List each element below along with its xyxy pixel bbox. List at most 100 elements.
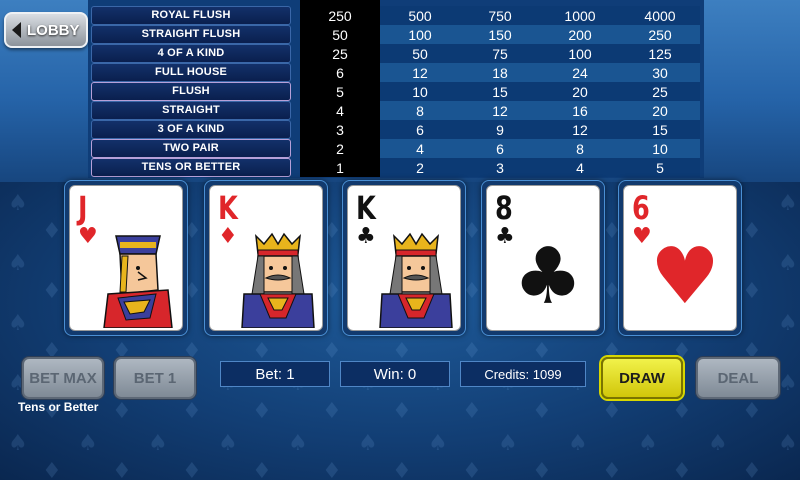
win-display: Win: 0 bbox=[340, 361, 450, 387]
payout-cell: 750 bbox=[488, 7, 512, 24]
card-3[interactable]: K ♣ bbox=[347, 185, 461, 331]
payout-row: 50 100 150 200 250 bbox=[300, 25, 700, 44]
payout-cell: 4 bbox=[300, 101, 380, 120]
card-rank: J bbox=[78, 189, 88, 227]
payout-cell: 50 bbox=[300, 25, 380, 44]
draw-button[interactable]: DRAW bbox=[601, 357, 683, 399]
payout-cell: 15 bbox=[652, 121, 668, 138]
card-rank: K bbox=[356, 189, 376, 227]
payout-cell: 12 bbox=[412, 64, 428, 81]
card-slot-3[interactable]: K ♣ bbox=[342, 180, 466, 336]
club-icon: ♣ bbox=[356, 224, 376, 249]
jack-portrait-icon bbox=[103, 235, 173, 328]
payout-cell: 6 bbox=[416, 121, 424, 138]
payout-cell: 30 bbox=[652, 64, 668, 81]
diamond-icon: ♦ bbox=[218, 224, 238, 249]
payout-cell: 100 bbox=[568, 45, 592, 62]
club-icon: ♣ bbox=[495, 224, 515, 249]
payout-cell: 1000 bbox=[564, 7, 596, 24]
back-arrow-icon bbox=[12, 22, 21, 38]
hand-name-flush: FLUSH bbox=[91, 82, 291, 101]
payout-cell: 500 bbox=[408, 7, 432, 24]
bet-max-button[interactable]: BET MAX bbox=[22, 357, 104, 399]
card-5[interactable]: 6 ♥ ♥ bbox=[623, 185, 737, 331]
payout-row: 25 50 75 100 125 bbox=[300, 44, 700, 63]
hand-name-royal-flush: ROYAL FLUSH bbox=[91, 6, 291, 25]
payout-row: 3 6 9 12 15 bbox=[300, 120, 700, 139]
heart-icon: ♥ bbox=[78, 224, 98, 249]
payout-row: 2 4 6 8 10 bbox=[300, 139, 700, 158]
king-portrait-icon bbox=[241, 232, 315, 328]
payout-row: 250 500 750 1000 4000 bbox=[300, 6, 700, 25]
heart-icon: ♥ bbox=[632, 224, 652, 249]
card-rank: 8 bbox=[495, 189, 513, 227]
payout-cell: 4000 bbox=[644, 7, 676, 24]
bet-one-button[interactable]: BET 1 bbox=[114, 357, 196, 399]
lobby-button[interactable]: LOBBY bbox=[4, 12, 88, 48]
payout-cell: 150 bbox=[488, 26, 512, 43]
payout-cell: 24 bbox=[572, 64, 588, 81]
card-4[interactable]: 8 ♣ ♣ bbox=[486, 185, 600, 331]
hand-name-straight-flush: STRAIGHT FLUSH bbox=[91, 25, 291, 44]
payout-cell: 3 bbox=[496, 159, 504, 176]
payout-cell: 100 bbox=[408, 26, 432, 43]
club-icon: ♣ bbox=[513, 232, 583, 322]
payout-cell: 15 bbox=[492, 83, 508, 100]
hand-name-three-of-a-kind: 3 OF A KIND bbox=[91, 120, 291, 139]
payout-cell: 50 bbox=[412, 45, 428, 62]
king-portrait-icon bbox=[379, 232, 453, 328]
payout-row: 4 8 12 16 20 bbox=[300, 101, 700, 120]
payout-cell: 25 bbox=[300, 44, 380, 63]
lobby-label: LOBBY bbox=[27, 21, 80, 39]
payout-cell: 9 bbox=[496, 121, 504, 138]
payout-cell: 10 bbox=[652, 140, 668, 157]
card-2[interactable]: K ♦ bbox=[209, 185, 323, 331]
credits-display: Credits: 1099 bbox=[460, 361, 586, 387]
card-slot-5[interactable]: 6 ♥ ♥ bbox=[618, 180, 742, 336]
card-slot-2[interactable]: K ♦ bbox=[204, 180, 328, 336]
paytable-payouts: 250 500 750 1000 4000 50 100 150 200 250 25 50 75 100… bbox=[300, 6, 700, 177]
hand-name-straight: STRAIGHT bbox=[91, 101, 291, 120]
payout-cell: 4 bbox=[416, 140, 424, 157]
payout-cell: 250 bbox=[300, 6, 380, 25]
payout-cell: 5 bbox=[656, 159, 664, 176]
card-rank: K bbox=[218, 189, 238, 227]
game-name-label: Tens or Better bbox=[18, 400, 99, 414]
payout-cell: 2 bbox=[416, 159, 424, 176]
hand-name-four-of-a-kind: 4 OF A KIND bbox=[91, 44, 291, 63]
deal-button[interactable]: DEAL bbox=[696, 357, 780, 399]
heart-icon: ♥ bbox=[650, 232, 720, 322]
payout-cell: 12 bbox=[492, 102, 508, 119]
payout-cell: 5 bbox=[300, 82, 380, 101]
hand-name-full-house: FULL HOUSE bbox=[91, 63, 291, 82]
payout-row: 6 12 18 24 30 bbox=[300, 63, 700, 82]
payout-cell: 16 bbox=[572, 102, 588, 119]
payout-cell: 2 bbox=[300, 139, 380, 158]
payout-cell: 8 bbox=[416, 102, 424, 119]
card-rank: 6 bbox=[632, 189, 650, 227]
payout-cell: 18 bbox=[492, 64, 508, 81]
bet-display: Bet: 1 bbox=[220, 361, 330, 387]
payout-cell: 12 bbox=[572, 121, 588, 138]
card-1[interactable]: J ♥ bbox=[69, 185, 183, 331]
payout-cell: 125 bbox=[648, 45, 672, 62]
paytable-hand-names: ROYAL FLUSH STRAIGHT FLUSH 4 OF A KIND F… bbox=[91, 6, 291, 177]
hand-name-two-pair: TWO PAIR bbox=[91, 139, 291, 158]
payout-cell: 20 bbox=[572, 83, 588, 100]
payout-row: 5 10 15 20 25 bbox=[300, 82, 700, 101]
payout-cell: 6 bbox=[496, 140, 504, 157]
payout-cell: 200 bbox=[568, 26, 592, 43]
payout-cell: 1 bbox=[300, 158, 380, 177]
payout-cell: 8 bbox=[576, 140, 584, 157]
card-slot-1[interactable]: J ♥ bbox=[64, 180, 188, 336]
hand-name-tens-or-better: TENS OR BETTER bbox=[91, 158, 291, 177]
payout-cell: 75 bbox=[492, 45, 508, 62]
payout-cell: 25 bbox=[652, 83, 668, 100]
payout-cell: 20 bbox=[652, 102, 668, 119]
payout-cell: 4 bbox=[576, 159, 584, 176]
payout-cell: 10 bbox=[412, 83, 428, 100]
payout-cell: 6 bbox=[300, 63, 380, 82]
payout-cell: 250 bbox=[648, 26, 672, 43]
card-slot-4[interactable]: 8 ♣ ♣ bbox=[481, 180, 605, 336]
payout-cell: 3 bbox=[300, 120, 380, 139]
